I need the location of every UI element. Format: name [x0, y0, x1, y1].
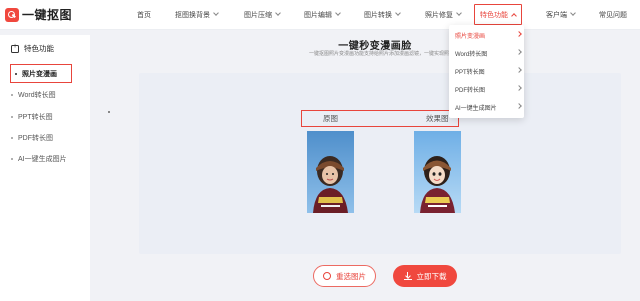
circle-icon — [323, 272, 331, 280]
decorative-dot — [108, 111, 110, 113]
bullet-icon — [11, 158, 13, 160]
nav-label: 图片压缩 — [244, 12, 272, 19]
page-subtitle: 一键抠图照片变漫画功能支持给照片添加漫画滤镜，一键实现照片 — [309, 51, 455, 57]
nav-label: 抠图换背景 — [175, 12, 210, 19]
nav-label: 图片编辑 — [304, 12, 332, 19]
chevron-down-icon — [275, 10, 281, 16]
sidebar-item-ppt-to-long-image[interactable]: PPT转长图 — [11, 112, 53, 122]
chevron-down-icon — [570, 10, 576, 16]
dropdown-item-ai-generate-image[interactable]: AI一键生成图片 — [455, 103, 522, 112]
reselect-label: 重选图片 — [336, 271, 366, 281]
sidebar-item-pdf-to-long-image[interactable]: PDF转长图 — [11, 133, 53, 143]
sidebar-item-label: 照片变漫画 — [22, 70, 57, 78]
nav-image-edit[interactable]: 图片编辑 — [304, 0, 341, 30]
nav-image-convert[interactable]: 图片转换 — [364, 0, 401, 30]
result-photo — [414, 131, 461, 213]
dropdown-item-label: PPT转长图 — [455, 70, 485, 76]
sidebar-item-label: PDF转长图 — [18, 135, 53, 142]
sidebar-item-label: AI一键生成图片 — [18, 156, 67, 163]
dropdown-item-pdf-to-long-image[interactable]: PDF转长图 — [455, 85, 522, 94]
sidebar-item-label: Word转长图 — [18, 92, 56, 99]
nav-special-features[interactable]: 特色功能 — [474, 4, 522, 25]
nav-faq[interactable]: 常见问题 — [599, 0, 627, 30]
sidebar-item-ai-generate-image[interactable]: AI一键生成图片 — [11, 154, 67, 164]
chevron-down-icon — [456, 10, 462, 16]
original-label: 原图 — [323, 114, 338, 123]
dropdown-item-word-to-long-image[interactable]: Word转长图 — [455, 49, 522, 58]
dropdown-item-photo-to-comic[interactable]: 照片变漫画 — [455, 31, 522, 40]
nav-label: 首页 — [137, 12, 151, 19]
chevron-down-icon — [395, 10, 401, 16]
nav-label: 特色功能 — [480, 11, 508, 19]
bullet-icon — [15, 72, 17, 75]
nav-label: 常见问题 — [599, 12, 627, 19]
reselect-image-button[interactable]: 重选图片 — [313, 265, 376, 287]
dropdown-item-label: AI一键生成图片 — [455, 106, 497, 112]
chevron-right-icon — [516, 31, 522, 37]
sidebar-item-word-to-long-image[interactable]: Word转长图 — [11, 90, 56, 100]
chevron-right-icon — [516, 67, 522, 73]
special-features-dropdown: 照片变漫画 Word转长图 PPT转长图 PDF转长图 AI一键生成图片 — [449, 25, 524, 118]
sidebar-item-photo-to-comic[interactable]: 照片变漫画 — [10, 64, 72, 83]
download-icon — [403, 272, 412, 280]
bullet-icon — [11, 137, 13, 139]
nav-label: 客户端 — [546, 12, 567, 19]
compare-labels: 原图 效果图 — [301, 110, 459, 127]
dropdown-item-label: PDF转长图 — [455, 88, 486, 94]
sidebar-item-label: PPT转长图 — [18, 114, 53, 121]
chevron-right-icon — [516, 103, 522, 109]
download-button[interactable]: 立即下载 — [393, 265, 457, 287]
nav-home[interactable]: 首页 — [137, 0, 151, 30]
nav-image-compress[interactable]: 图片压缩 — [244, 0, 281, 30]
download-label: 立即下载 — [416, 271, 447, 281]
dropdown-item-ppt-to-long-image[interactable]: PPT转长图 — [455, 67, 522, 76]
result-label: 效果图 — [426, 114, 449, 123]
nav-cutout-background[interactable]: 抠图换背景 — [175, 0, 219, 30]
chevron-down-icon — [335, 10, 341, 16]
nav-label: 照片修复 — [425, 12, 453, 19]
bullet-icon — [11, 116, 13, 118]
nav-client[interactable]: 客户端 — [546, 0, 576, 30]
dropdown-item-label: 照片变漫画 — [455, 34, 486, 40]
logo-text: 一键抠图 — [22, 8, 73, 22]
bullet-icon — [11, 94, 13, 96]
chevron-right-icon — [516, 85, 522, 91]
nav-label: 图片转换 — [364, 12, 392, 19]
top-navigation-bar: 一键抠图 首页 抠图换背景 图片压缩 图片编辑 图片转换 照片修复 特色功能 客… — [0, 0, 640, 30]
chevron-down-icon — [213, 10, 219, 16]
chevron-right-icon — [516, 49, 522, 55]
original-photo — [307, 131, 354, 213]
dropdown-item-label: Word转长图 — [455, 52, 488, 58]
sidebar: 特色功能 照片变漫画 Word转长图 PPT转长图 PDF转长图 AI一键生成图… — [0, 35, 90, 301]
logo-icon — [5, 7, 19, 22]
chevron-up-icon — [511, 12, 517, 19]
logo[interactable]: 一键抠图 — [5, 6, 72, 23]
preview-panel — [139, 73, 621, 254]
